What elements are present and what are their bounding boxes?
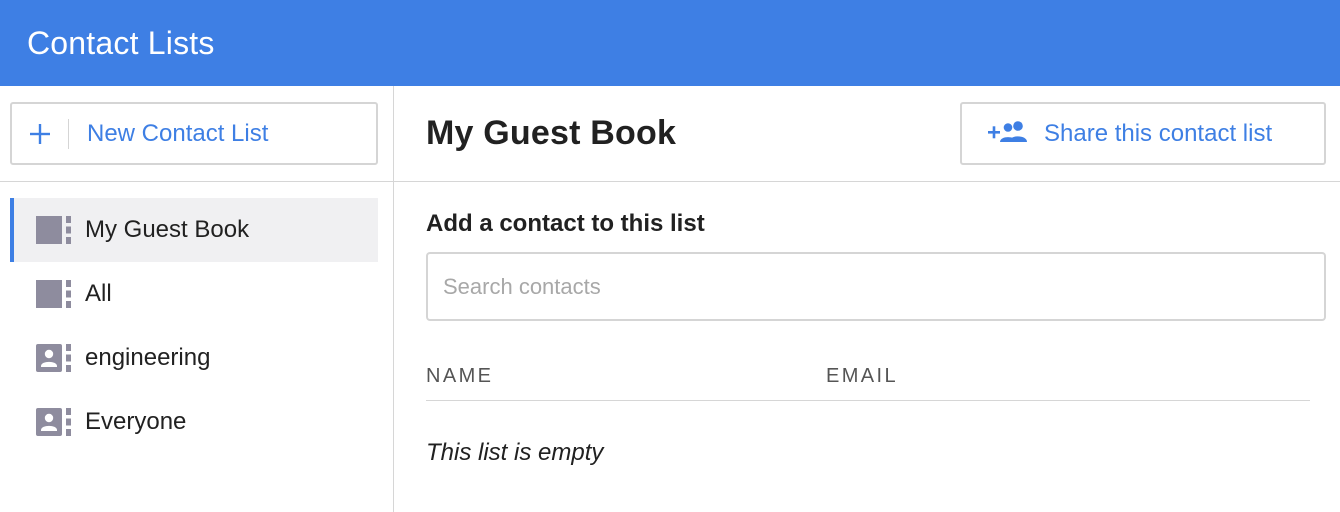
main-panel: My Guest Book Share this contact list Ad… <box>394 86 1340 512</box>
column-header-name: NAME <box>426 365 494 387</box>
sidebar-item-label: All <box>85 280 112 307</box>
add-contact-section: Add a contact to this list NAME EMAIL Th… <box>394 182 1340 467</box>
contacts-table-header: NAME EMAIL <box>426 365 1310 401</box>
button-divider <box>68 118 69 149</box>
sidebar-toolbar: New Contact List <box>0 86 393 182</box>
add-contact-heading: Add a contact to this list <box>426 210 705 237</box>
column-header-email: EMAIL <box>826 365 899 387</box>
list-header: My Guest Book Share this contact list <box>394 86 1340 182</box>
list-title: My Guest Book <box>426 114 677 152</box>
sidebar: New Contact List My Guest Book All engin… <box>0 86 394 512</box>
sidebar-item-label: engineering <box>85 344 211 371</box>
contact-card-icon <box>36 344 72 372</box>
plus-icon <box>12 104 68 163</box>
contact-card-icon <box>36 408 72 436</box>
add-people-icon <box>988 120 1028 147</box>
app-title: Contact Lists <box>27 24 215 61</box>
sidebar-item-label: Everyone <box>85 408 187 435</box>
new-contact-list-button[interactable]: New Contact List <box>10 102 378 165</box>
sidebar-item-label: My Guest Book <box>85 216 250 243</box>
sidebar-item-engineering[interactable]: engineering <box>10 326 378 390</box>
new-contact-list-label: New Contact List <box>87 119 269 147</box>
share-contact-list-button[interactable]: Share this contact list <box>960 102 1326 165</box>
search-contacts-input[interactable] <box>426 252 1326 321</box>
share-contact-list-label: Share this contact list <box>1044 119 1273 147</box>
contact-list-nav: My Guest Book All engineering Everyone <box>0 182 393 454</box>
empty-list-message: This list is empty <box>426 439 604 466</box>
sidebar-item-all[interactable]: All <box>10 262 378 326</box>
book-icon <box>36 280 72 308</box>
app-header: Contact Lists <box>0 0 1340 86</box>
app-layout: New Contact List My Guest Book All engin… <box>0 86 1340 512</box>
book-icon <box>36 216 72 244</box>
sidebar-item-everyone[interactable]: Everyone <box>10 390 378 454</box>
sidebar-item-my-guest-book[interactable]: My Guest Book <box>10 198 378 262</box>
